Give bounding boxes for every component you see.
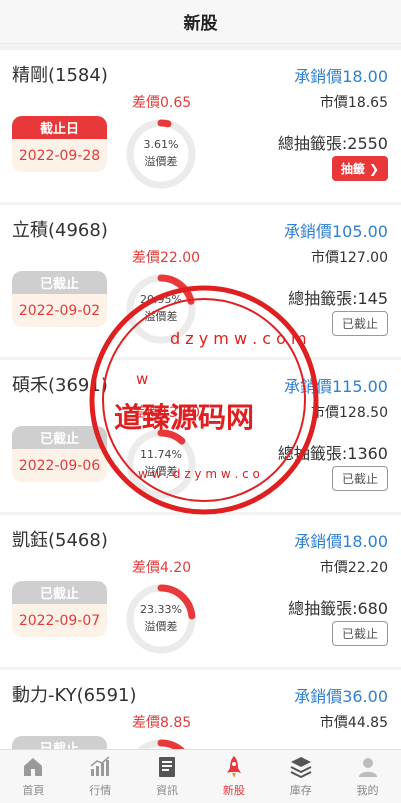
user-icon [358, 758, 377, 777]
premium-ring: 23.33% 溢價差 [125, 583, 197, 655]
tab-label: 庫存 [289, 784, 312, 797]
total-draw: 總抽籤張:680 [288, 599, 388, 618]
price-diff: 差價22.00 [132, 250, 201, 266]
tab-label: 新股 [222, 784, 245, 797]
premium-percent: 11.74% [140, 448, 182, 461]
premium-label: 溢價差 [144, 620, 178, 633]
stock-name: 精剛(1584) [12, 65, 108, 86]
closed-button[interactable]: 已截止 [332, 311, 388, 336]
page-header: 新股 [0, 0, 401, 44]
tab-news[interactable]: 資訊 [134, 750, 201, 803]
premium-ring: 20.95% 溢價差 [125, 273, 197, 345]
tab-label: 我的 [356, 784, 379, 797]
closed-button[interactable]: 已截止 [332, 621, 388, 646]
rocket-icon [226, 756, 241, 778]
tab-mine[interactable]: 我的 [334, 750, 401, 803]
premium-ring: 3.61% 溢價差 [125, 118, 197, 190]
status-badge: 已截止 2022-09-07 [12, 581, 107, 637]
status-label: 已截止 [12, 736, 107, 749]
premium-label: 溢價差 [144, 465, 178, 478]
tab-label: 首頁 [22, 784, 45, 797]
market-price: 市價128.50 [311, 405, 388, 421]
stock-name: 動力-KY(6591) [12, 685, 137, 706]
ipo-card: 凱鈺(5468) 承銷價18.00 市價22.20 差價4.20 已截止 202… [0, 515, 401, 667]
stock-name: 立積(4968) [12, 220, 108, 241]
total-draw: 總抽籤張:1360 [277, 444, 388, 463]
chart-icon [90, 756, 110, 776]
premium-percent: 23.33% [140, 603, 182, 616]
total-draw: 總抽籤張:2550 [277, 134, 388, 153]
price-diff: 差價8.85 [132, 715, 192, 731]
tab-ipo[interactable]: 新股 [200, 750, 267, 803]
tab-market[interactable]: 行情 [67, 750, 134, 803]
tab-label: 行情 [89, 784, 112, 797]
price-diff: 差價0.65 [132, 95, 192, 111]
ipo-card: 動力-KY(6591) 承銷價36.00 市價44.85 差價8.85 已截止 [0, 670, 401, 749]
offer-price: 承銷價18.00 [294, 532, 388, 551]
status-badge: 已截止 2022-09-06 [12, 426, 107, 482]
premium-label: 溢價差 [144, 310, 178, 323]
status-label: 已截止 [12, 581, 107, 604]
closed-button[interactable]: 已截止 [332, 466, 388, 491]
bottom-tab-bar: 首頁 行情 資訊 新股 庫存 我的 [0, 749, 401, 803]
offer-price: 承銷價18.00 [294, 67, 388, 86]
market-price: 市價22.20 [319, 560, 388, 576]
tab-home[interactable]: 首頁 [0, 750, 67, 803]
status-label: 截止日 [12, 116, 107, 139]
ipo-card: 立積(4968) 承銷價105.00 市價127.00 差價22.00 已截止 … [0, 205, 401, 357]
status-label: 已截止 [12, 271, 107, 294]
deadline-date: 2022-09-28 [18, 147, 101, 164]
total-draw: 總抽籤張:145 [288, 289, 388, 308]
ipo-list[interactable]: 精剛(1584) 承銷價18.00 市價18.65 差價0.65 截止日 202… [0, 44, 401, 749]
premium-percent: 20.95% [140, 293, 182, 306]
offer-price: 承銷價115.00 [284, 377, 388, 396]
price-diff: 差價4.20 [132, 560, 192, 576]
premium-ring [125, 738, 197, 749]
premium-percent: 3.61% [143, 138, 179, 151]
deadline-date: 2022-09-07 [18, 612, 101, 629]
status-badge: 已截止 2022-09-02 [12, 271, 107, 327]
premium-label: 溢價差 [144, 155, 178, 168]
deadline-date: 2022-09-02 [18, 302, 101, 319]
news-icon [159, 757, 176, 777]
page-title: 新股 [183, 14, 218, 34]
stack-icon [290, 757, 312, 779]
market-price: 市價44.85 [319, 715, 388, 731]
tab-label: 資訊 [156, 784, 179, 797]
status-badge: 已截止 [12, 736, 107, 749]
ipo-card: 碩禾(3691) 承銷價115.00 市價128.50 差價13.50 已截止 … [0, 360, 401, 512]
stock-name: 凱鈺(5468) [12, 530, 108, 551]
ipo-card: 精剛(1584) 承銷價18.00 市價18.65 差價0.65 截止日 202… [0, 50, 401, 202]
draw-button[interactable]: 抽籤 ❯ [332, 156, 388, 181]
deadline-date: 2022-09-06 [18, 457, 101, 474]
status-label: 已截止 [12, 426, 107, 449]
tab-holdings[interactable]: 庫存 [267, 750, 334, 803]
offer-price: 承銷價36.00 [294, 687, 388, 706]
premium-ring: 11.74% 溢價差 [125, 428, 197, 500]
price-diff: 差價13.50 [132, 405, 201, 421]
offer-price: 承銷價105.00 [284, 222, 388, 241]
market-price: 市價18.65 [319, 95, 388, 111]
home-icon [24, 758, 43, 776]
status-badge: 截止日 2022-09-28 [12, 116, 107, 172]
market-price: 市價127.00 [311, 250, 388, 266]
stock-name: 碩禾(3691) [12, 375, 108, 396]
